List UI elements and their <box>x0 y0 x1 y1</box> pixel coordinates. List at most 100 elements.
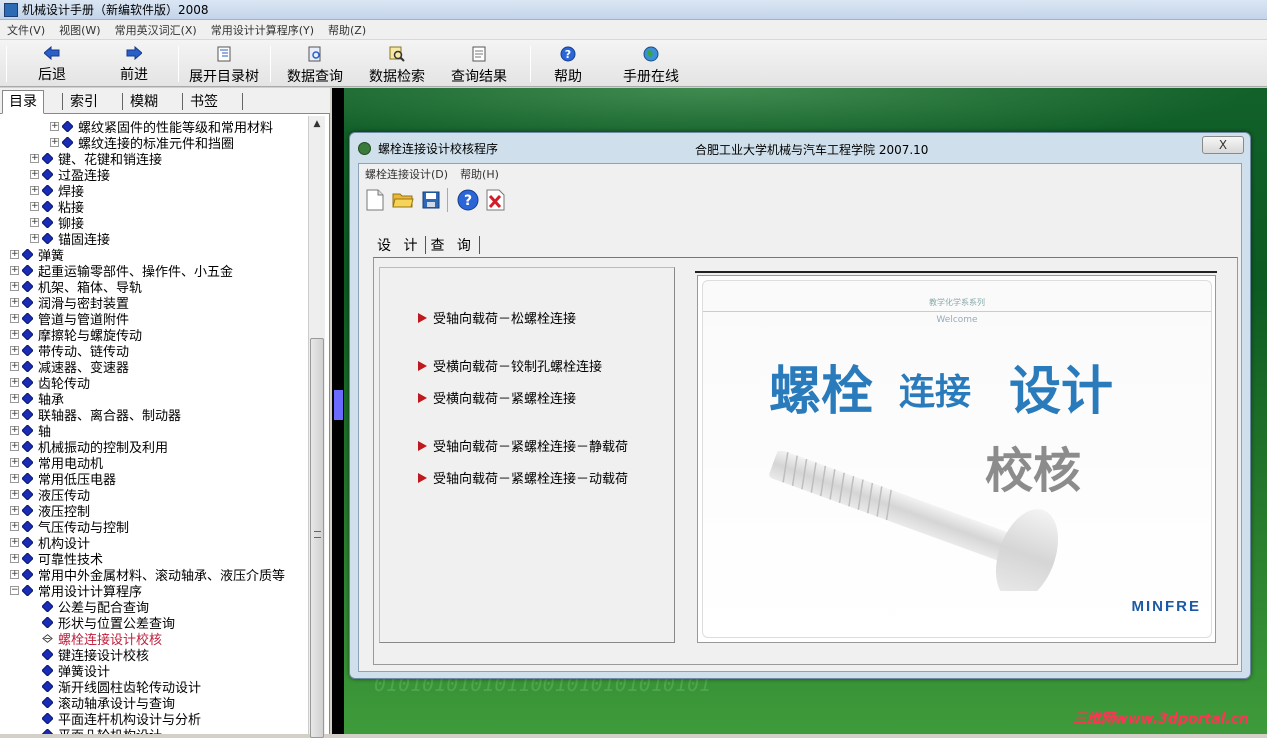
expand-icon[interactable]: + <box>30 233 39 243</box>
menu-programs[interactable]: 常用设计计算程序(Y) <box>204 22 321 38</box>
expand-icon[interactable]: + <box>30 185 39 195</box>
contents-tree[interactable]: + 螺纹紧固件的性能等级和常用材料 + 螺纹连接的标准元件和挡圈 + 键、花键和销连接 + 过… <box>0 116 308 734</box>
tab-index[interactable]: 索引 <box>64 91 104 113</box>
data-query-button[interactable]: 数据查询 <box>284 44 346 85</box>
tab-divider <box>242 93 243 110</box>
expand-icon[interactable]: + <box>10 281 19 291</box>
toolbar-separator <box>447 188 448 212</box>
help-button[interactable]: ? 帮助 <box>552 44 584 85</box>
expand-icon[interactable]: + <box>10 457 19 467</box>
book-diamond-icon <box>22 392 33 404</box>
tree-scrollbar[interactable]: ▲ <box>308 116 325 738</box>
expand-icon[interactable]: + <box>50 137 59 147</box>
toolbar-separator <box>178 46 179 82</box>
manual-online-button[interactable]: 手册在线 <box>620 44 682 85</box>
book-diamond-icon <box>22 248 33 260</box>
menu-glossary[interactable]: 常用英汉词汇(X) <box>108 22 204 38</box>
scroll-thumb[interactable] <box>310 338 324 738</box>
expand-icon[interactable]: + <box>30 153 39 163</box>
app-icon <box>4 2 18 17</box>
tree-item-label: 平面凸轮机构设计 <box>58 725 162 735</box>
expand-icon[interactable]: + <box>10 441 19 451</box>
expand-icon[interactable]: + <box>30 169 39 179</box>
expand-icon[interactable]: + <box>10 377 19 387</box>
menu-view[interactable]: 视图(W) <box>52 22 107 38</box>
expand-icon[interactable]: + <box>10 553 19 563</box>
book-diamond-icon <box>22 424 33 436</box>
menu-dialog-help[interactable]: 帮助(H) <box>454 166 505 182</box>
expand-icon[interactable]: + <box>10 361 19 371</box>
tab-fuzzy[interactable]: 模糊 <box>124 91 164 113</box>
book-diamond-icon <box>22 552 33 564</box>
exit-icon[interactable] <box>484 188 508 212</box>
toolbar-separator <box>270 46 271 82</box>
scroll-up-arrow[interactable]: ▲ <box>309 116 325 132</box>
splash-title-connect: 连接 <box>899 371 972 413</box>
back-button[interactable]: 后退 <box>28 44 76 84</box>
expand-icon[interactable]: + <box>10 569 19 579</box>
open-folder-icon[interactable] <box>391 188 415 212</box>
book-diamond-icon <box>42 648 53 660</box>
tab-bookmarks[interactable]: 书签 <box>184 91 224 113</box>
query-result-button[interactable]: 查询结果 <box>448 44 510 85</box>
help-icon[interactable]: ? <box>456 188 480 212</box>
expand-icon[interactable]: + <box>10 345 19 355</box>
book-diamond-icon <box>22 328 33 340</box>
book-diamond-icon <box>42 680 53 692</box>
expand-icon[interactable]: + <box>10 489 19 499</box>
splitter-grip[interactable] <box>334 390 343 420</box>
expand-icon[interactable]: + <box>30 201 39 211</box>
menubar: 文件(V) 视图(W) 常用英汉词汇(X) 常用设计计算程序(Y) 帮助(Z) <box>0 20 1267 40</box>
data-search-button[interactable]: 数据检索 <box>366 44 428 85</box>
tab-contents[interactable]: 目录 <box>2 90 44 114</box>
scroll-grip <box>314 531 321 538</box>
expand-icon[interactable]: + <box>30 217 39 227</box>
tab-divider <box>182 93 183 110</box>
svg-text:?: ? <box>565 48 571 61</box>
save-icon[interactable] <box>419 188 443 212</box>
expand-icon[interactable]: + <box>10 249 19 259</box>
dialog-menubar: 螺栓连接设计(D) 帮助(H) <box>359 164 1241 183</box>
tree-item[interactable]: 平面凸轮机构设计 <box>30 726 162 734</box>
expand-icon[interactable]: + <box>10 329 19 339</box>
book-diamond-icon <box>42 712 53 724</box>
tree-item[interactable]: + 联轴器、离合器、制动器 <box>10 406 181 424</box>
main-toolbar: 后退 前进 展开目录树 数据查询 数据检索 查询结果 ? 帮助 手册在线 <box>0 40 1267 87</box>
red-arrow-icon <box>418 472 427 483</box>
expand-icon[interactable]: + <box>10 537 19 547</box>
new-file-icon[interactable] <box>363 188 387 212</box>
option-label: 受横向载荷－紧螺栓连接 <box>433 392 577 407</box>
expand-icon[interactable]: + <box>10 521 19 531</box>
expand-icon[interactable]: + <box>10 425 19 435</box>
tab-design[interactable]: 设 计 <box>373 235 425 255</box>
expand-tree-button[interactable]: 展开目录树 <box>186 44 262 85</box>
book-diamond-icon <box>22 488 33 500</box>
expand-icon[interactable]: + <box>10 393 19 403</box>
expand-icon[interactable]: + <box>10 473 19 483</box>
option-axial-loose-bolt[interactable]: 受轴向载荷－松螺栓连接 <box>418 308 576 327</box>
red-arrow-icon <box>418 360 427 371</box>
book-diamond-icon <box>42 184 53 196</box>
expand-icon[interactable]: + <box>10 313 19 323</box>
option-axial-tight-dynamic[interactable]: 受轴向载荷－紧螺栓连接－动载荷 <box>418 468 628 487</box>
tab-query[interactable]: 查 询 <box>426 235 478 255</box>
forward-button[interactable]: 前进 <box>110 44 158 84</box>
expand-icon[interactable]: + <box>10 409 19 419</box>
expand-icon[interactable]: + <box>10 505 19 515</box>
book-diamond-icon <box>22 296 33 308</box>
option-axial-tight-static[interactable]: 受轴向载荷－紧螺栓连接－静载荷 <box>418 436 628 455</box>
option-transverse-reamed-bolt[interactable]: 受横向载荷－铰制孔螺栓连接 <box>418 356 602 375</box>
expand-icon[interactable]: + <box>50 121 59 131</box>
collapse-icon[interactable]: − <box>10 585 19 595</box>
menu-help[interactable]: 帮助(Z) <box>321 22 373 38</box>
forward-label: 前进 <box>120 67 148 83</box>
manual-online-label: 手册在线 <box>623 69 679 85</box>
close-button[interactable]: X <box>1202 136 1244 154</box>
book-diamond-icon <box>22 376 33 388</box>
expand-icon[interactable]: + <box>10 297 19 307</box>
menu-file[interactable]: 文件(V) <box>0 22 52 38</box>
option-transverse-tight-bolt[interactable]: 受横向载荷－紧螺栓连接 <box>418 388 576 407</box>
nav-tabs: 目录 索引 模糊 书签 <box>0 88 330 114</box>
menu-bolt-design[interactable]: 螺栓连接设计(D) <box>359 166 454 182</box>
expand-icon[interactable]: + <box>10 265 19 275</box>
